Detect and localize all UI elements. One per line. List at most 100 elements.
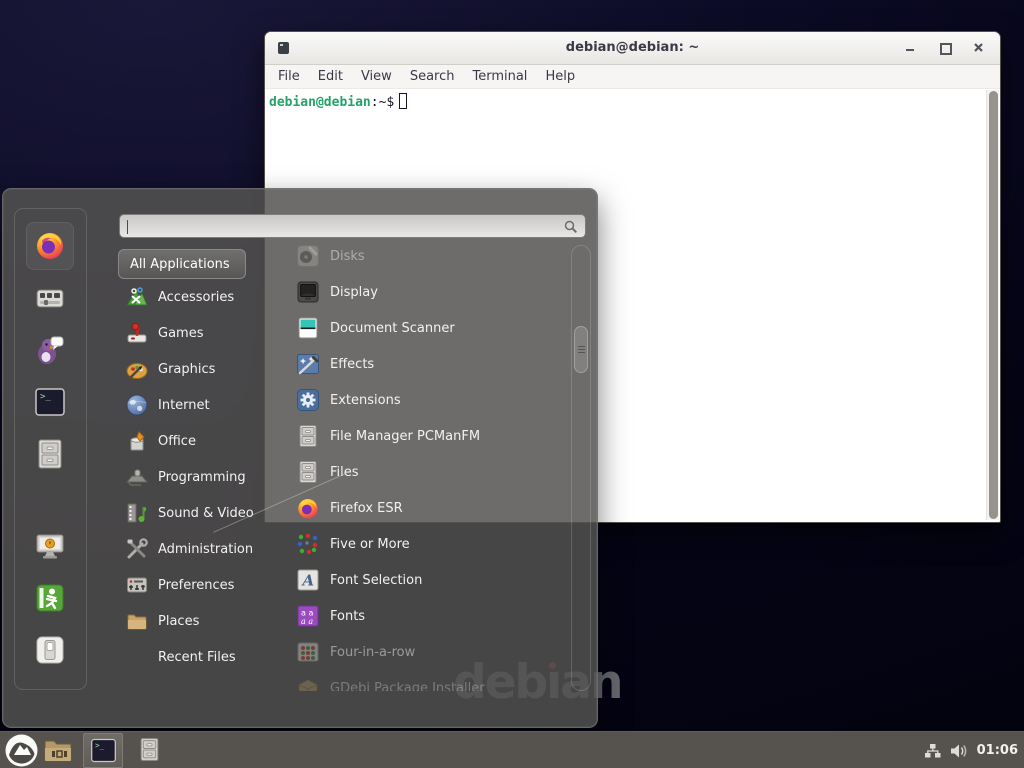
search-icon	[564, 220, 578, 234]
category-accessories[interactable]: Accessories	[125, 285, 275, 309]
app-extensions[interactable]: Extensions	[281, 388, 569, 412]
app-files[interactable]: Files	[281, 460, 569, 484]
firefox-icon	[34, 229, 66, 261]
category-graphics[interactable]: Graphics	[125, 357, 275, 381]
terminal-titlebar[interactable]: debian@debian: ~	[265, 32, 1000, 65]
terminal-menubar: File Edit View Search Terminal Help	[265, 65, 1000, 89]
favorite-pidgin[interactable]	[34, 334, 66, 366]
favorite-terminal[interactable]: >_	[34, 386, 66, 418]
category-places[interactable]: Places	[125, 609, 275, 633]
taskbar-menu-button[interactable]	[5, 734, 38, 767]
gdebi-icon	[296, 676, 320, 691]
category-programming[interactable]: Programming	[125, 465, 275, 489]
accessories-icon	[125, 285, 149, 309]
desktop: debıan debian@debian: ~ File Edit View S…	[0, 0, 1024, 768]
five-or-more-icon	[296, 532, 320, 556]
menu-edit[interactable]: Edit	[309, 69, 352, 84]
menu-help[interactable]: Help	[536, 69, 584, 84]
favorite-firefox[interactable]	[34, 229, 66, 261]
file-cabinet-icon	[137, 737, 162, 762]
category-recent-files[interactable]: Recent Files	[125, 645, 275, 669]
svg-text:>_: >_	[95, 741, 105, 750]
file-cabinet-icon	[34, 438, 66, 470]
terminal-cursor	[399, 93, 407, 109]
app-five-or-more[interactable]: Five or More	[281, 532, 569, 556]
programming-icon	[125, 465, 149, 489]
recent-files-spacer	[125, 645, 149, 669]
favorite-shut-down[interactable]	[34, 634, 66, 666]
search-box[interactable]	[119, 214, 586, 238]
category-office[interactable]: Office	[125, 429, 275, 453]
network-icon[interactable]	[924, 743, 941, 759]
internet-globe-icon	[125, 393, 149, 417]
app-four-in-a-row[interactable]: Four-in-a-row	[281, 640, 569, 664]
menu-view[interactable]: View	[352, 69, 401, 84]
category-administration[interactable]: Administration	[125, 537, 275, 561]
app-effects[interactable]: Effects	[281, 352, 569, 376]
four-in-a-row-icon	[296, 640, 320, 664]
menu-search[interactable]: Search	[401, 69, 464, 84]
app-document-scanner[interactable]: Document Scanner	[281, 316, 569, 340]
app-fonts[interactable]: a a a a Fonts	[281, 604, 569, 628]
taskbar: >_	[0, 731, 1024, 768]
favorite-log-out[interactable]	[34, 582, 66, 614]
terminal-icon: >_	[34, 386, 66, 418]
disks-icon	[296, 244, 320, 268]
app-list-scrollbar[interactable]	[571, 245, 591, 691]
prompt-suffix: :~$	[371, 95, 394, 110]
system-tray: 01:06	[924, 732, 1018, 768]
graphics-icon	[125, 357, 149, 381]
app-firefox-esr[interactable]: Firefox ESR	[281, 496, 569, 520]
document-scanner-icon	[296, 316, 320, 340]
application-list: Disks Display Document Scanner	[281, 244, 569, 691]
administration-icon	[125, 537, 149, 561]
minimize-button[interactable]	[905, 42, 916, 53]
font-selection-icon: A	[296, 568, 320, 592]
category-games[interactable]: Games	[125, 321, 275, 345]
pidgin-icon	[34, 334, 66, 366]
firefox-icon	[296, 496, 320, 520]
app-display[interactable]: Display	[281, 280, 569, 304]
terminal-scrollbar-thumb[interactable]	[989, 91, 998, 519]
svg-text:>_: >_	[40, 392, 51, 402]
office-icon	[125, 429, 149, 453]
maximize-button[interactable]	[939, 42, 950, 53]
effects-icon	[296, 352, 320, 376]
app-font-selection[interactable]: A Font Selection	[281, 568, 569, 592]
taskbar-pcmanfm-launcher[interactable]	[43, 736, 73, 764]
app-gdebi-package-installer[interactable]: GDebi Package Installer	[281, 676, 569, 691]
taskbar-clock[interactable]: 01:06	[977, 743, 1018, 758]
pcmanfm-folder-icon	[43, 736, 73, 764]
application-menu: >_	[2, 188, 598, 728]
favorite-screen-lock[interactable]	[34, 530, 66, 562]
terminal-icon: >_	[90, 737, 117, 764]
search-caret	[127, 220, 128, 234]
app-disks[interactable]: Disks	[281, 244, 569, 268]
menu-terminal[interactable]: Terminal	[463, 69, 536, 84]
app-list-scrollbar-thumb[interactable]	[574, 326, 588, 373]
app-menu-logo-icon	[5, 734, 38, 767]
taskbar-files-task[interactable]	[137, 737, 162, 764]
display-icon	[296, 280, 320, 304]
category-all-applications[interactable]: All Applications	[118, 249, 246, 279]
fonts-icon: a a a a	[296, 604, 320, 628]
file-cabinet-icon	[296, 424, 320, 448]
terminal-scrollbar[interactable]	[986, 90, 999, 520]
app-file-manager-pcmanfm[interactable]: File Manager PCManFM	[281, 424, 569, 448]
shut-down-icon	[34, 634, 66, 666]
search-input[interactable]	[128, 217, 558, 235]
extensions-icon	[296, 388, 320, 412]
prompt-user: debian@debian	[269, 95, 371, 110]
favorite-system-tweaks[interactable]	[34, 282, 66, 314]
places-folder-icon	[125, 609, 149, 633]
category-preferences[interactable]: Preferences	[125, 573, 275, 597]
menu-file[interactable]: File	[269, 69, 309, 84]
category-internet[interactable]: Internet	[125, 393, 275, 417]
sound-video-icon	[125, 501, 149, 525]
system-tweaks-icon	[34, 282, 66, 314]
favorite-file-manager[interactable]	[34, 438, 66, 470]
taskbar-terminal-task[interactable]: >_	[83, 733, 123, 768]
close-button[interactable]	[973, 42, 984, 53]
volume-icon[interactable]	[950, 743, 968, 759]
log-out-icon	[34, 582, 66, 614]
